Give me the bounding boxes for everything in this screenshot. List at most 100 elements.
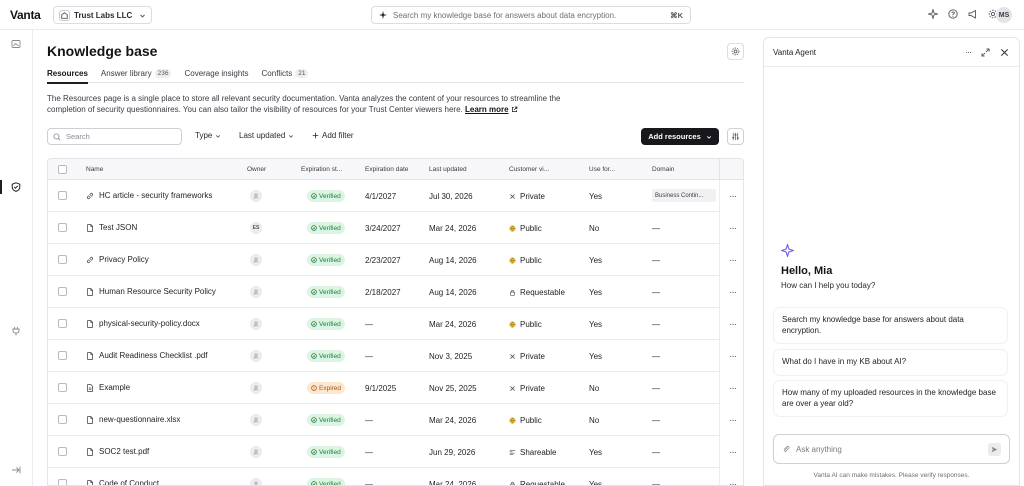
visibility-cell[interactable]: Requestable	[509, 480, 565, 485]
owner-avatar[interactable]	[250, 382, 262, 394]
table-row[interactable]: Test JSON ES Verified 3/24/2027 Mar 24, 2026…	[48, 212, 743, 244]
table-row[interactable]: physical-security-policy.docx Verified — Ma…	[48, 308, 743, 340]
resource-name-cell[interactable]: SOC2 test.pdf	[86, 447, 149, 456]
row-actions-button[interactable]: ···	[719, 212, 743, 244]
user-avatar[interactable]: MS	[996, 7, 1012, 23]
expand-sidebar-icon[interactable]	[11, 465, 21, 475]
row-checkbox[interactable]	[58, 447, 67, 456]
resource-name-cell[interactable]: Test JSON	[86, 223, 137, 232]
row-checkbox[interactable]	[58, 255, 67, 264]
row-actions-button[interactable]: ···	[719, 372, 743, 404]
table-row[interactable]: SOC2 test.pdf Verified — Jun 29, 2026 Sharea…	[48, 436, 743, 468]
column-settings-button[interactable]	[727, 128, 744, 145]
row-actions-button[interactable]: ···	[719, 244, 743, 276]
image-icon[interactable]	[11, 39, 21, 49]
resource-name-cell[interactable]: Privacy Policy	[86, 255, 149, 264]
type-filter[interactable]: Type	[195, 131, 221, 140]
visibility-cell[interactable]: Shareable	[509, 448, 556, 457]
visibility-cell[interactable]: Public	[509, 320, 542, 329]
table-row[interactable]: Human Resource Security Policy Verified 2/…	[48, 276, 743, 308]
global-search[interactable]: Search my knowledge base for answers abo…	[371, 6, 691, 24]
last-updated-filter[interactable]: Last updated	[239, 131, 294, 140]
ask-input[interactable]: Ask anything	[773, 434, 1010, 464]
row-actions-button[interactable]: ···	[719, 308, 743, 340]
row-checkbox[interactable]	[58, 191, 67, 200]
visibility-cell[interactable]: Private	[509, 352, 545, 361]
org-switcher[interactable]: Trust Labs LLC	[53, 6, 152, 24]
resource-name-cell[interactable]: new-questionnaire.xlsx	[86, 415, 180, 424]
table-row[interactable]: Audit Readiness Checklist .pdf Verified — N…	[48, 340, 743, 372]
resource-name-cell[interactable]: HC article - security frameworks	[86, 191, 212, 200]
visibility-cell[interactable]: Public	[509, 224, 542, 233]
table-row[interactable]: HC article - security frameworks Verified…	[48, 180, 743, 212]
suggestion-button[interactable]: What do I have in my KB about AI?	[774, 350, 1007, 375]
row-actions-button[interactable]: ···	[719, 340, 743, 372]
announcement-icon[interactable]	[968, 9, 978, 19]
row-checkbox[interactable]	[58, 383, 67, 392]
learn-more-link[interactable]: Learn more	[465, 105, 509, 114]
close-icon[interactable]	[1000, 48, 1009, 57]
shield-check-icon[interactable]	[11, 182, 21, 192]
owner-avatar[interactable]	[250, 350, 262, 362]
owner-avatar[interactable]	[250, 254, 262, 266]
row-actions-button[interactable]: ···	[719, 276, 743, 308]
sparkle-icon[interactable]	[928, 9, 938, 19]
suggestion-button[interactable]: How many of my uploaded resources in the…	[774, 381, 1007, 416]
row-actions-button[interactable]: ···	[719, 180, 743, 212]
add-resources-button[interactable]: Add resources	[641, 128, 719, 145]
help-icon[interactable]	[948, 9, 958, 19]
resource-name-cell[interactable]: Example	[86, 383, 130, 392]
tab-resources[interactable]: Resources	[47, 66, 88, 84]
row-checkbox[interactable]	[58, 223, 67, 232]
resource-name-cell[interactable]: Human Resource Security Policy	[86, 287, 216, 296]
tab-answer-library[interactable]: Answer library 236	[101, 66, 172, 83]
owner-avatar[interactable]: ES	[250, 222, 262, 234]
tab-coverage-insights[interactable]: Coverage insights	[184, 66, 248, 83]
owner-avatar[interactable]	[250, 446, 262, 458]
plug-icon[interactable]	[11, 326, 21, 336]
add-filter-button[interactable]: Add filter	[312, 131, 354, 140]
table-row[interactable]: new-questionnaire.xlsx Verified — Mar 24, 2…	[48, 404, 743, 436]
expand-icon[interactable]	[981, 47, 990, 57]
row-actions-button[interactable]: ···	[719, 468, 743, 485]
owner-avatar[interactable]	[250, 478, 262, 485]
table-row[interactable]: Example Expired 9/1/2025 Nov 25, 2025 Privat…	[48, 372, 743, 404]
column-header[interactable]: Expiration date	[365, 166, 408, 173]
row-checkbox[interactable]	[58, 287, 67, 296]
select-all-checkbox[interactable]	[58, 165, 67, 174]
column-header[interactable]: Last updated	[429, 166, 467, 173]
column-header[interactable]: Domain	[652, 166, 674, 173]
visibility-cell[interactable]: Public	[509, 416, 542, 425]
resource-name-cell[interactable]: Code of Conduct	[86, 479, 159, 485]
send-button[interactable]	[988, 442, 1001, 456]
visibility-cell[interactable]: Private	[509, 192, 545, 201]
table-row[interactable]: Code of Conduct Verified — Mar 24, 2026 Requ…	[48, 468, 743, 485]
suggestion-button[interactable]: Search my knowledge base for answers abo…	[774, 308, 1007, 343]
row-checkbox[interactable]	[58, 415, 67, 424]
row-checkbox[interactable]	[58, 351, 67, 360]
column-header[interactable]: Customer vi...	[509, 166, 549, 173]
attach-icon[interactable]	[782, 445, 790, 453]
table-row[interactable]: Privacy Policy Verified 2/23/2027 Aug 14, 2…	[48, 244, 743, 276]
row-checkbox[interactable]	[58, 319, 67, 328]
column-header[interactable]: Name	[86, 166, 103, 173]
row-checkbox[interactable]	[58, 479, 67, 485]
visibility-cell[interactable]: Requestable	[509, 288, 565, 297]
resource-name-cell[interactable]: physical-security-policy.docx	[86, 319, 200, 328]
visibility-cell[interactable]: Private	[509, 384, 545, 393]
resource-name-cell[interactable]: Audit Readiness Checklist .pdf	[86, 351, 208, 360]
owner-avatar[interactable]	[250, 414, 262, 426]
tab-conflicts[interactable]: Conflicts 21	[262, 66, 309, 83]
row-actions-button[interactable]: ···	[719, 436, 743, 468]
owner-avatar[interactable]	[250, 318, 262, 330]
more-options-icon[interactable]: ···	[965, 47, 972, 57]
kb-settings-button[interactable]	[727, 43, 744, 60]
column-header[interactable]: Owner	[247, 166, 266, 173]
visibility-cell[interactable]: Public	[509, 256, 542, 265]
resource-search-input[interactable]: Search	[47, 128, 182, 145]
row-actions-button[interactable]: ···	[719, 404, 743, 436]
vanta-logo[interactable]: Vanta	[10, 8, 41, 22]
column-header[interactable]: Expiration st...	[301, 166, 342, 173]
owner-avatar[interactable]	[250, 190, 262, 202]
owner-avatar[interactable]	[250, 286, 262, 298]
